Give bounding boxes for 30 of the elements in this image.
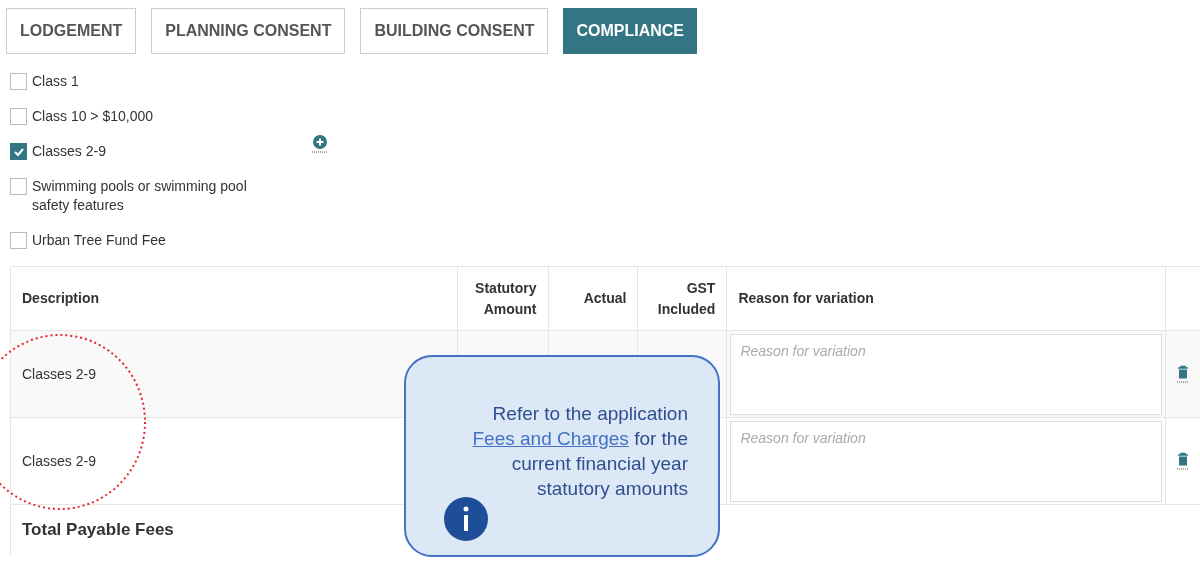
total-label: Total Payable Fees	[22, 519, 174, 542]
checkbox[interactable]	[10, 143, 27, 160]
tab[interactable]: LODGEMENT	[6, 8, 137, 54]
add-icon[interactable]	[311, 134, 329, 154]
column-header: Actual	[548, 267, 639, 330]
column-header: Description	[11, 267, 458, 330]
trash-icon[interactable]	[1176, 365, 1190, 383]
reason-field[interactable]: Reason for variation	[730, 421, 1163, 502]
column-header: Statutory Amount	[457, 267, 549, 330]
checkbox[interactable]	[10, 73, 27, 90]
tab[interactable]: BUILDING CONSENT	[360, 8, 549, 54]
checkbox-label: Swimming pools or swimming pool safety features	[32, 177, 248, 215]
tab[interactable]: PLANNING CONSENT	[151, 8, 346, 54]
table-cell-text: Classes 2-9	[22, 451, 96, 471]
checkbox-label: Class 1	[32, 72, 80, 91]
callout-text: Refer to the application Fees and Charges for the current financial year statutory amounts	[471, 402, 688, 501]
info-icon	[444, 497, 488, 541]
checkbox[interactable]	[10, 178, 27, 195]
checkbox[interactable]	[10, 108, 27, 125]
tab[interactable]: COMPLIANCE	[563, 8, 697, 54]
checkbox-label: Urban Tree Fund Fee	[32, 231, 167, 250]
column-header: GST Included	[638, 267, 728, 330]
fees-link[interactable]: Fees and Charges	[472, 428, 629, 449]
checkbox-label: Classes 2-9	[32, 142, 107, 161]
checkbox[interactable]	[10, 232, 27, 249]
reason-field[interactable]: Reason for variation	[730, 334, 1163, 415]
trash-icon[interactable]	[1176, 452, 1190, 470]
table-cell-text: Classes 2-9	[22, 364, 96, 384]
column-header: Reason for variation	[727, 267, 1167, 330]
checkbox-label: Class 10 > $10,000	[32, 107, 155, 126]
